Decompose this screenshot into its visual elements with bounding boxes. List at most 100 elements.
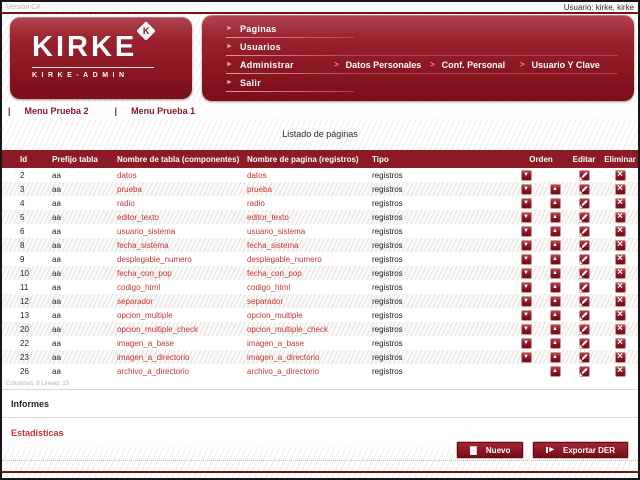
delete-button[interactable]: ×: [614, 225, 626, 237]
submenu-item-datos-personales[interactable]: > Datos Personales: [334, 60, 421, 70]
page-name-link[interactable]: desplegable_numero: [234, 252, 362, 266]
menu-item-label[interactable]: Paginas: [240, 24, 277, 34]
move-down-button[interactable]: ▼: [520, 169, 532, 181]
delete-button[interactable]: ×: [614, 351, 626, 363]
move-up-button[interactable]: ▲: [549, 337, 561, 349]
move-up-button[interactable]: ▲: [549, 211, 561, 223]
table-name-link[interactable]: opcion_multiple_check: [104, 322, 234, 336]
move-down-button[interactable]: ▼: [520, 239, 532, 251]
edit-button[interactable]: [578, 183, 590, 195]
page-name-link[interactable]: fecha_con_pop: [234, 266, 362, 280]
edit-button[interactable]: [578, 197, 590, 209]
table-name-link[interactable]: editor_texto: [104, 210, 234, 224]
menu-item-administrar[interactable]: ► Administrar > Datos Personales > Conf.…: [202, 56, 634, 73]
page-name-link[interactable]: radio: [234, 196, 362, 210]
delete-button[interactable]: ×: [614, 183, 626, 195]
page-name-link[interactable]: codigo_html: [234, 280, 362, 294]
table-name-link[interactable]: fecha_sistema: [104, 238, 234, 252]
table-name-link[interactable]: imagen_a_directorio: [104, 350, 234, 364]
table-name-link[interactable]: separador: [104, 294, 234, 308]
table-name-link[interactable]: datos: [104, 168, 234, 182]
menu-item-label[interactable]: Salir: [240, 78, 261, 88]
page-name-link[interactable]: usuario_sistema: [234, 224, 362, 238]
move-down-button[interactable]: ▼: [520, 295, 532, 307]
delete-button[interactable]: ×: [614, 253, 626, 265]
edit-button[interactable]: [578, 365, 590, 377]
exportar-der-button[interactable]: ▶ Exportar DER: [533, 442, 628, 458]
edit-button[interactable]: [578, 169, 590, 181]
edit-button[interactable]: [578, 351, 590, 363]
edit-button[interactable]: [578, 309, 590, 321]
table-name-link[interactable]: prueba: [104, 182, 234, 196]
secondary-menu-label[interactable]: Menu Prueba 2: [25, 106, 89, 116]
delete-button[interactable]: ×: [614, 169, 626, 181]
table-name-link[interactable]: radio: [104, 196, 234, 210]
delete-button[interactable]: ×: [614, 197, 626, 209]
submenu-item-label[interactable]: Usuario Y Clave: [532, 60, 600, 70]
page-name-link[interactable]: opcion_multiple: [234, 308, 362, 322]
delete-button[interactable]: ×: [614, 239, 626, 251]
menu-item-label[interactable]: Administrar: [240, 60, 294, 70]
edit-button[interactable]: [578, 225, 590, 237]
move-down-button[interactable]: ▼: [520, 267, 532, 279]
page-name-link[interactable]: editor_texto: [234, 210, 362, 224]
page-name-link[interactable]: prueba: [234, 182, 362, 196]
move-down-button[interactable]: ▼: [520, 309, 532, 321]
edit-button[interactable]: [578, 253, 590, 265]
edit-button[interactable]: [578, 323, 590, 335]
page-name-link[interactable]: separador: [234, 294, 362, 308]
move-up-button[interactable]: ▲: [549, 281, 561, 293]
move-down-button[interactable]: ▼: [520, 197, 532, 209]
move-down-button[interactable]: ▼: [520, 337, 532, 349]
delete-button[interactable]: ×: [614, 323, 626, 335]
edit-button[interactable]: [578, 211, 590, 223]
submenu-item-usuario-y-clave[interactable]: > Usuario Y Clave: [520, 60, 600, 70]
delete-button[interactable]: ×: [614, 267, 626, 279]
submenu-item-label[interactable]: Conf. Personal: [442, 60, 506, 70]
edit-button[interactable]: [578, 239, 590, 251]
move-down-button[interactable]: ▼: [520, 183, 532, 195]
move-up-button[interactable]: ▲: [549, 267, 561, 279]
move-up-button[interactable]: ▲: [549, 183, 561, 195]
page-name-link[interactable]: fecha_sistema: [234, 238, 362, 252]
page-name-link[interactable]: imagen_a_directorio: [234, 350, 362, 364]
move-up-button[interactable]: ▲: [549, 309, 561, 321]
delete-button[interactable]: ×: [614, 295, 626, 307]
move-up-button[interactable]: ▲: [549, 253, 561, 265]
move-up-button[interactable]: ▲: [549, 295, 561, 307]
table-name-link[interactable]: opcion_multiple: [104, 308, 234, 322]
edit-button[interactable]: [578, 295, 590, 307]
menu-item-paginas[interactable]: ► Paginas: [202, 20, 634, 37]
delete-button[interactable]: ×: [614, 365, 626, 377]
table-name-link[interactable]: usuario_sistema: [104, 224, 234, 238]
edit-button[interactable]: [578, 281, 590, 293]
submenu-item-label[interactable]: Datos Personales: [346, 60, 422, 70]
table-name-link[interactable]: imagen_a_base: [104, 336, 234, 350]
nuevo-button[interactable]: Nuevo: [456, 442, 524, 458]
move-down-button[interactable]: ▼: [520, 225, 532, 237]
move-up-button[interactable]: ▲: [549, 239, 561, 251]
edit-button[interactable]: [578, 267, 590, 279]
menu-item-usuarios[interactable]: ► Usuarios: [202, 38, 634, 55]
delete-button[interactable]: ×: [614, 337, 626, 349]
secondary-menu-item-prueba-1[interactable]: | Menu Prueba 1: [115, 106, 196, 116]
menu-item-salir[interactable]: ► Salir: [202, 74, 634, 91]
move-down-button[interactable]: ▼: [520, 211, 532, 223]
delete-button[interactable]: ×: [614, 281, 626, 293]
move-down-button[interactable]: ▼: [520, 281, 532, 293]
move-down-button[interactable]: ▼: [520, 351, 532, 363]
move-up-button[interactable]: ▲: [549, 323, 561, 335]
table-name-link[interactable]: fecha_con_pop: [104, 266, 234, 280]
move-up-button[interactable]: ▲: [549, 225, 561, 237]
page-name-link[interactable]: archivo_a_directorio: [234, 364, 362, 378]
delete-button[interactable]: ×: [614, 211, 626, 223]
page-name-link[interactable]: imagen_a_base: [234, 336, 362, 350]
menu-item-label[interactable]: Usuarios: [240, 42, 281, 52]
move-up-button[interactable]: ▲: [549, 197, 561, 209]
move-down-button[interactable]: ▼: [520, 323, 532, 335]
page-name-link[interactable]: opcion_multiple_check: [234, 322, 362, 336]
move-up-button[interactable]: ▲: [549, 365, 561, 377]
secondary-menu-label[interactable]: Menu Prueba 1: [131, 106, 195, 116]
table-name-link[interactable]: codigo_html: [104, 280, 234, 294]
table-name-link[interactable]: desplegable_numero: [104, 252, 234, 266]
